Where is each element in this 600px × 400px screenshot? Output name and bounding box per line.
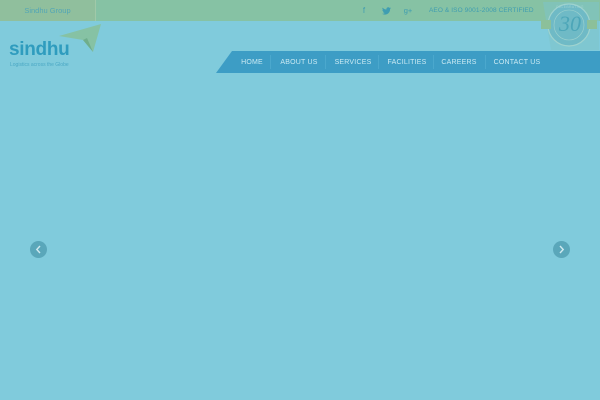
logo-wordmark: sindhu — [9, 39, 70, 60]
nav-separator — [378, 55, 379, 69]
facebook-glyph: f — [362, 6, 366, 15]
slider-next-button[interactable] — [553, 241, 570, 258]
nav-about-us[interactable]: ABOUT US — [276, 51, 322, 73]
nav-facilities[interactable]: FACILITIES — [384, 51, 430, 73]
anniversary-seal: 30 CELEBRATING — [537, 2, 599, 50]
google-plus-icon[interactable]: g+ — [401, 0, 415, 21]
nav-contact-us[interactable]: CONTACT US — [491, 51, 543, 73]
sindhu-group-label: Sindhu Group — [24, 6, 71, 15]
sindhu-logo[interactable]: sindhu Logistics across the Globe — [9, 24, 101, 74]
nav-separator — [270, 55, 271, 69]
google-plus-glyph: g+ — [403, 6, 413, 15]
slider-prev-button[interactable] — [30, 241, 47, 258]
chevron-left-icon — [35, 245, 41, 254]
chevron-right-icon — [559, 245, 565, 254]
nav-separator — [325, 55, 326, 69]
logo-tagline: Logistics across the Globe — [10, 62, 69, 68]
nav-careers[interactable]: CAREERS — [439, 51, 479, 73]
nav-separator — [433, 55, 434, 69]
nav-home[interactable]: HOME — [236, 51, 268, 73]
twitter-icon[interactable] — [379, 0, 393, 21]
seal-number: 30 — [559, 11, 581, 36]
twitter-bird-icon — [381, 6, 391, 15]
sindhu-group-link[interactable]: Sindhu Group — [0, 0, 96, 21]
seal-ring-text: CELEBRATING — [556, 5, 584, 9]
facebook-icon[interactable]: f — [358, 0, 370, 21]
nav-services[interactable]: SERVICES — [331, 51, 375, 73]
nav-separator — [485, 55, 486, 69]
certification-text: AEO & ISO 9001-2008 CERTIFIED — [429, 7, 534, 14]
